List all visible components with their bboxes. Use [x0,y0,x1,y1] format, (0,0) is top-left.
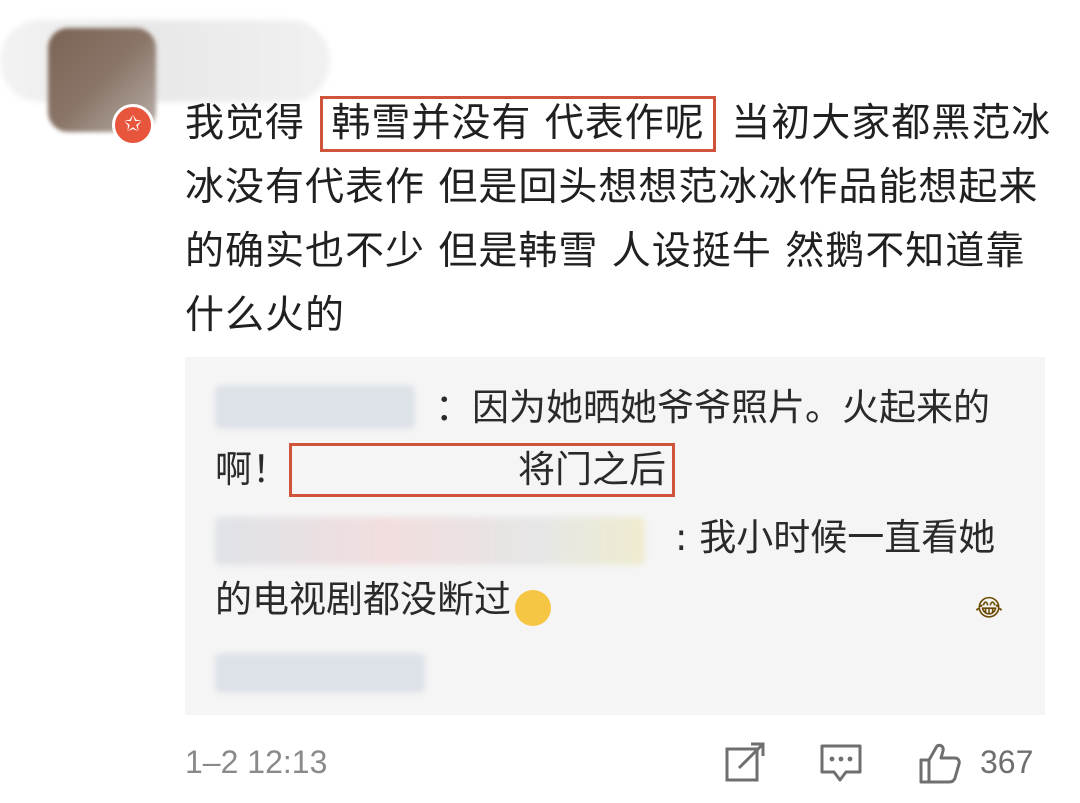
reply-text: : 我小时候一直看她的电视剧都没断过 [215,516,996,621]
comment-highlight: 韩雪并没有 代表作呢 [320,96,716,152]
share-icon[interactable] [723,740,769,786]
reply-highlight: 将门之后 [289,443,675,497]
vip-star-icon: ✩ [112,104,154,146]
like-count: 367 [980,744,1034,780]
reply-item[interactable]: : 我小时候一直看她的电视剧都没断过 😂 [215,507,1015,631]
laugh-cry-emoji-icon: 😂 [515,590,1003,626]
like-icon[interactable] [917,740,963,786]
comment-footer: 1–2 12:13 367 [185,740,1045,790]
redacted-more-replies[interactable] [215,653,425,693]
timestamp: 1–2 12:13 [185,744,328,780]
comment-icon[interactable] [818,740,864,786]
comment-text-before: 我觉得 [185,101,319,146]
reply-list[interactable]: ：因为她晒她爷爷照片。火起来的啊！ 将门之后 : 我小时候一直看她的电视剧都没断过… [185,357,1045,715]
comment-text: 我觉得 韩雪并没有 代表作呢 当初大家都黑范冰冰没有代表作 但是回头想想范冰冰作… [185,92,1055,348]
reply-item[interactable]: ：因为她晒她爷爷照片。火起来的啊！ 将门之后 [215,377,1015,501]
